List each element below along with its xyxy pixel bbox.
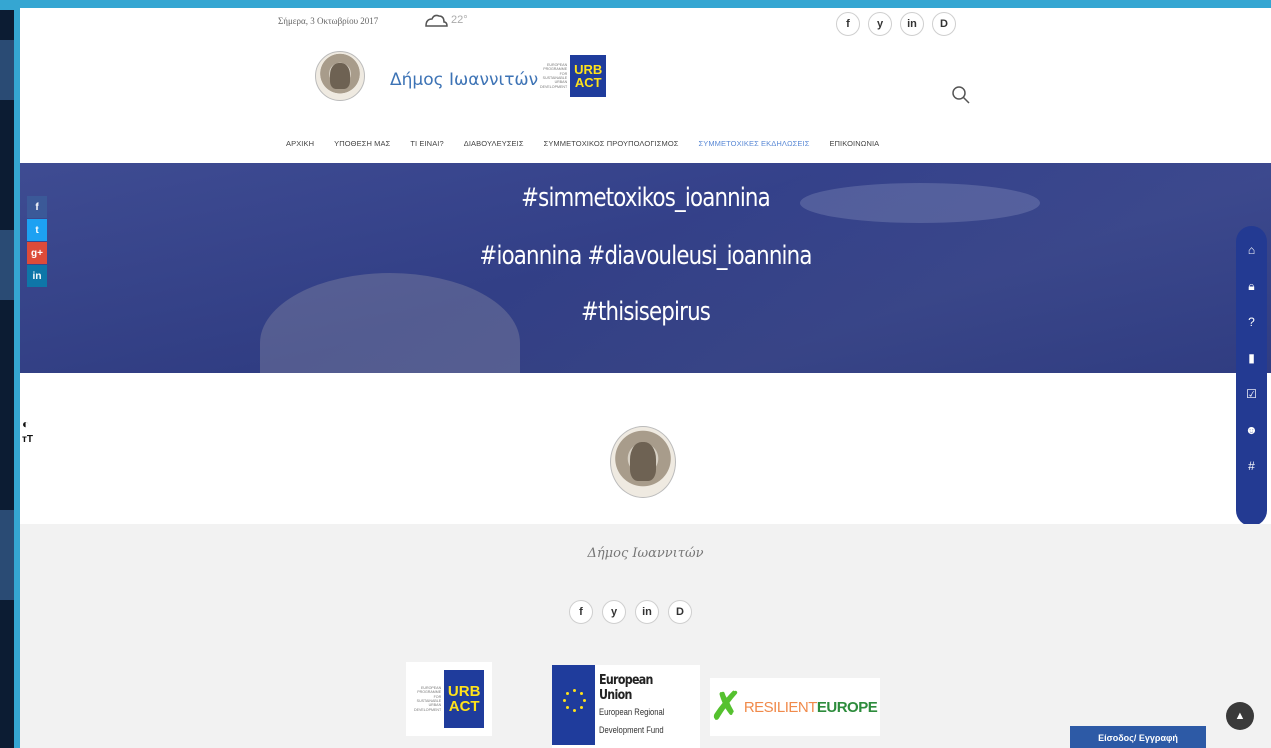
urbact-badge: URB ACT [570, 55, 607, 97]
checkbox-icon[interactable]: ☑ [1243, 382, 1261, 406]
home-icon[interactable]: ⌂ [1243, 238, 1261, 262]
eu-line-2: Development Fund [599, 725, 664, 735]
googleplus-share-icon[interactable]: g+ [27, 242, 47, 264]
share-sidebar: f t g+ in [27, 196, 47, 288]
accessibility-tools: ◐ тT [22, 416, 33, 448]
linkedin-icon[interactable]: in [635, 600, 659, 624]
resilient-x-icon: ✗ [710, 686, 742, 728]
weather-widget: 22° [422, 10, 472, 30]
footer-urbact-badge: URB ACT [444, 670, 485, 728]
nav-item-participatory-budget[interactable]: ΣΥΜΜΕΤΟΧΙΚΟΣ ΠΡΟΥΠΟΛΟΓΙΣΜΟΣ [544, 139, 679, 148]
facebook-icon[interactable]: f [836, 12, 860, 36]
nav-item-consultations[interactable]: ΔΙΑΒΟΥΛΕΥΣΕΙΣ [464, 139, 524, 148]
footer-title: Δήμος Ιωαννιτών [587, 546, 704, 561]
book-icon[interactable]: ▮ [1243, 346, 1261, 370]
dailymotion-icon[interactable]: D [932, 12, 956, 36]
lock-icon[interactable]: 🔒︎ [1243, 274, 1261, 298]
urbact-logo[interactable]: EUROPEAN PROGRAMME FOR SUSTAINABLE URBAN… [540, 55, 607, 97]
eu-line-1: European Regional [599, 707, 665, 717]
eu-regional-fund-logo[interactable]: European Union European Regional Develop… [552, 665, 700, 748]
footer-social-links: f y in D [569, 600, 692, 624]
eu-title: European Union [599, 673, 653, 703]
footer-seal-logo [610, 426, 676, 498]
scroll-to-top-button[interactable]: ▲ [1226, 702, 1254, 730]
nav-item-our-case[interactable]: ΥΠΟΘΕΣΗ ΜΑΣ [334, 139, 390, 148]
hashtag-icon[interactable]: # [1243, 454, 1261, 478]
facebook-icon[interactable]: f [569, 600, 593, 624]
twitter-share-icon[interactable]: t [27, 219, 47, 241]
twitter-icon[interactable]: y [602, 600, 626, 624]
contrast-icon[interactable]: ◐ [22, 416, 33, 432]
main-navigation: ΑΡΧΙΚΗ ΥΠΟΘΕΣΗ ΜΑΣ ΤΙ ΕΙΝΑΙ? ΔΙΑΒΟΥΛΕΥΣΕ… [286, 139, 879, 148]
left-window-strip [0, 10, 14, 748]
site-title[interactable]: Δήμος Ιωαννιτών [390, 70, 538, 90]
municipality-seal-logo[interactable] [315, 51, 365, 101]
users-icon[interactable]: ☻ [1243, 418, 1261, 442]
eu-flag-icon [552, 665, 596, 745]
search-icon[interactable] [950, 84, 972, 106]
facebook-share-icon[interactable]: f [27, 196, 47, 218]
web-page: Σήμερα, 3 Οκτωβρίου 2017 22° f y in D Δή… [20, 8, 1271, 748]
nav-item-contact[interactable]: ΕΠΙΚΟΙΝΩΝΙΑ [829, 139, 879, 148]
footer-urbact-caption: EUROPEAN PROGRAMME FOR SUSTAINABLE URBAN… [414, 686, 442, 712]
hero-hashtag-line-2: #ioannina #diavouleusi_ioannina [479, 241, 812, 271]
linkedin-share-icon[interactable]: in [27, 265, 47, 287]
temperature: 22° [451, 14, 468, 26]
current-date: Σήμερα, 3 Οκτωβρίου 2017 [278, 16, 379, 26]
hero-hashtag-line-3: #thisisepirus [580, 297, 711, 327]
twitter-icon[interactable]: y [868, 12, 892, 36]
nav-item-what-is[interactable]: ΤΙ ΕΙΝΑΙ? [410, 139, 443, 148]
hero-banner: #simmetoxikos_ioannina #ioannina #diavou… [20, 163, 1271, 373]
footer-urbact-logo[interactable]: EUROPEAN PROGRAMME FOR SUSTAINABLE URBAN… [406, 662, 493, 736]
urbact-caption: EUROPEAN PROGRAMME FOR SUSTAINABLE URBAN… [540, 63, 568, 89]
login-register-button[interactable]: Είσοδος/ Εγγραφή [1070, 726, 1206, 748]
quick-links-rail: ⌂ 🔒︎ ? ▮ ☑ ☻ # [1236, 226, 1267, 526]
question-icon[interactable]: ? [1243, 310, 1261, 334]
resilient-europe-logo[interactable]: ✗ RESILIENTEUROPE [710, 678, 880, 736]
linkedin-icon[interactable]: in [900, 12, 924, 36]
top-social-links: f y in D [836, 12, 956, 36]
nav-item-participatory-events[interactable]: ΣΥΜΜΕΤΟΧΙΚΕΣ ΕΚΔΗΛΩΣΕΙΣ [699, 139, 810, 148]
text-size-icon[interactable]: тT [22, 432, 33, 448]
dailymotion-icon[interactable]: D [668, 600, 692, 624]
hero-hashtag-line-1: #simmetoxikos_ioannina [521, 183, 771, 213]
nav-item-home[interactable]: ΑΡΧΙΚΗ [286, 139, 314, 148]
